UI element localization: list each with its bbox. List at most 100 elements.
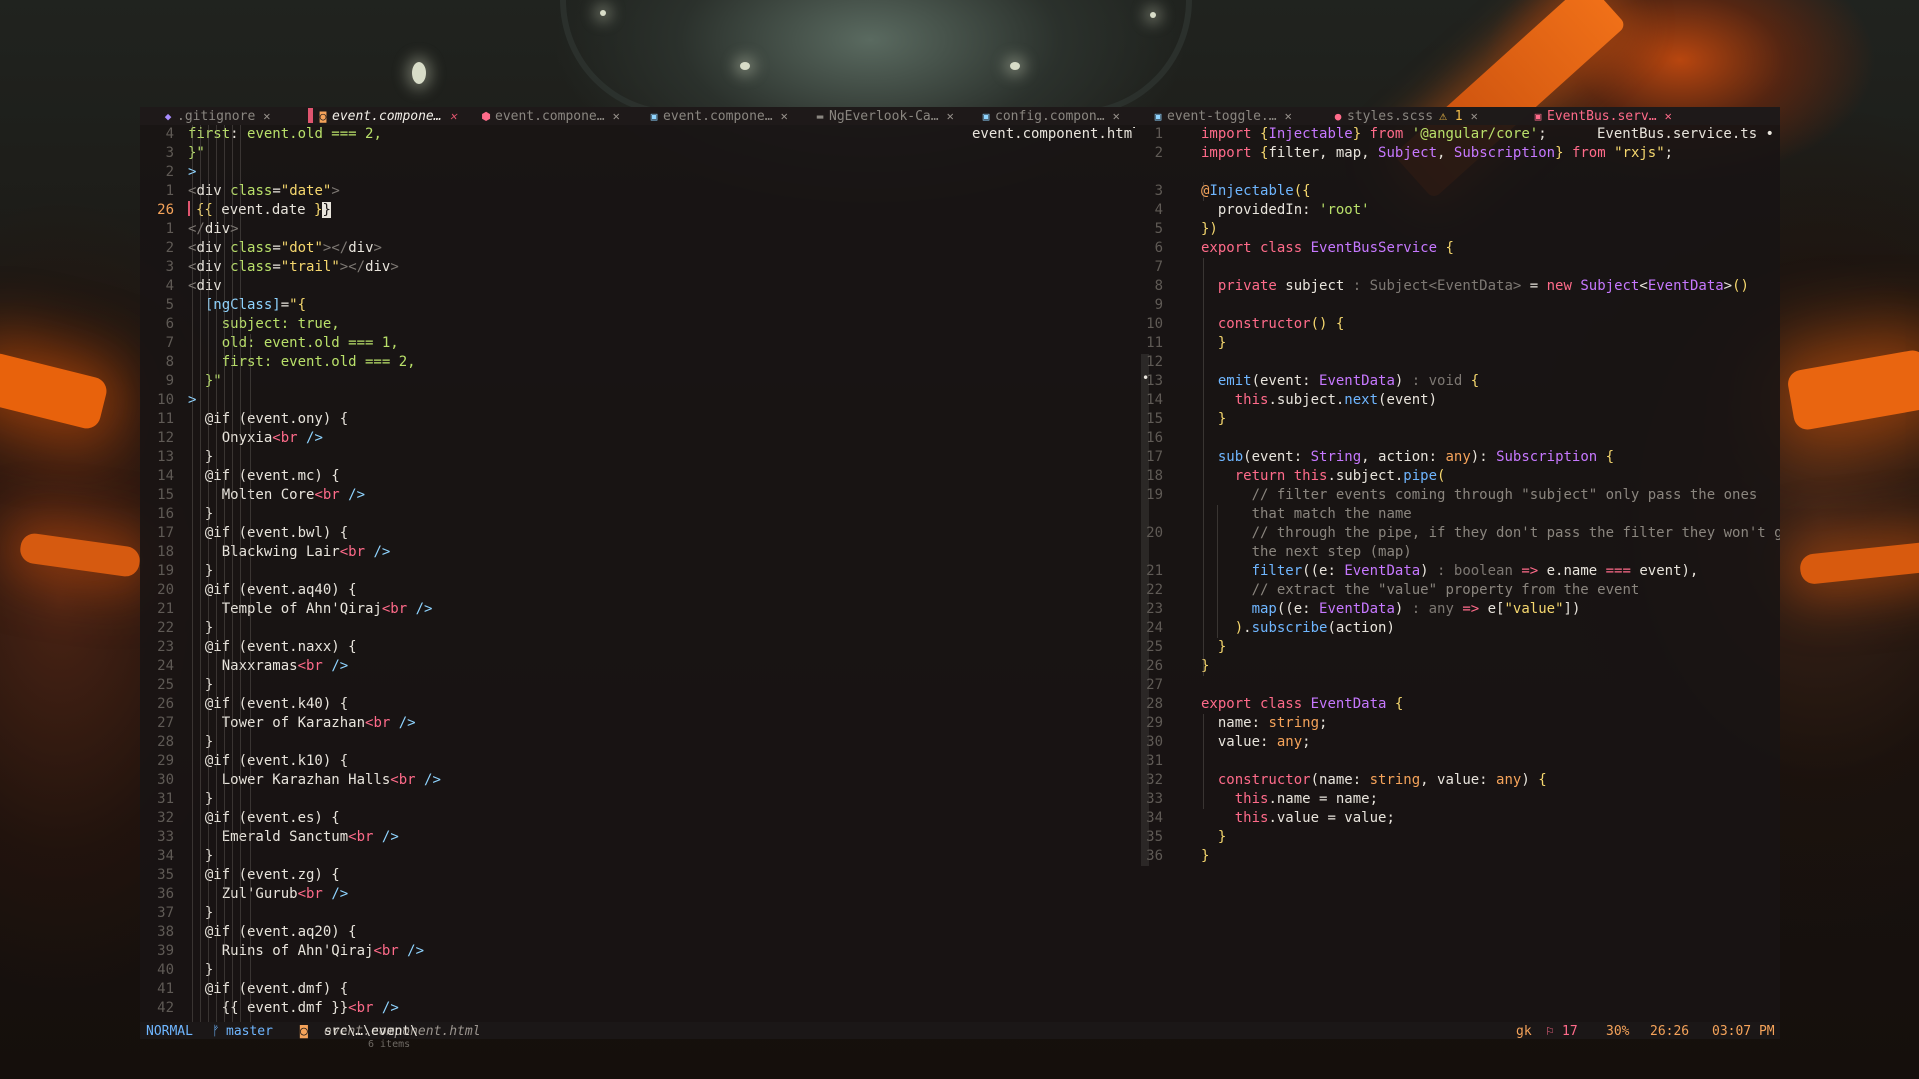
code-line[interactable]: 35 @if (event.zg) { [140,866,1135,885]
git-branch-label[interactable]: master [226,1022,273,1039]
tab-2[interactable]: ◙ event.compone… ✕ [308,107,457,125]
code-line[interactable]: 23 map((e: EventData) : any => e["value"… [1135,600,1780,619]
code-line[interactable]: 6 export class EventBusService { [1135,239,1780,258]
code-line[interactable]: 27 [1135,676,1780,695]
code-line[interactable]: 15 Molten Core<br /> [140,486,1135,505]
code-line[interactable]: 41 @if (event.dmf) { [140,980,1135,999]
code-line[interactable]: 30 value: any; [1135,733,1780,752]
code-line[interactable]: 29 name: string; [1135,714,1780,733]
tab-8[interactable]: ● styles.scss ⚠ 1 ✕ [1332,107,1478,125]
code-line[interactable]: 26 @if (event.k40) { [140,695,1135,714]
code-line[interactable]: 3}" [140,144,1135,163]
code-line[interactable]: 19 } [140,562,1135,581]
code-line[interactable]: 8 first: event.old === 2, [140,353,1135,372]
close-icon[interactable]: ✕ [947,107,954,125]
code-line[interactable]: 23 @if (event.naxx) { [140,638,1135,657]
tab-9[interactable]: ▣ EventBus.serv… ✕ [1532,107,1672,125]
code-line[interactable]: 21 filter((e: EventData) : boolean => e.… [1135,562,1780,581]
code-line[interactable]: 30 Lower Karazhan Halls<br /> [140,771,1135,790]
code-line[interactable]: 39 Ruins of Ahn'Qiraj<br /> [140,942,1135,961]
code-line[interactable]: 4 providedIn: 'root' [1135,201,1780,220]
code-line[interactable]: 8 private subject : Subject<EventData> =… [1135,277,1780,296]
code-line[interactable]: 26} [1135,657,1780,676]
editor-pane-right[interactable]: EventBus.service.ts • 1 import {Injectabl… [1135,125,1780,1022]
code-line[interactable]: 4 <div [140,277,1135,296]
code-line[interactable]: 34 this.value = value; [1135,809,1780,828]
code-line[interactable]: 31 } [140,790,1135,809]
tab-3[interactable]: ⬢ event.compone… ✕ [480,107,620,125]
code-line[interactable]: 7 [1135,258,1780,277]
code-line[interactable]: 12 Onyxia<br /> [140,429,1135,448]
close-icon[interactable]: ✕ [1471,107,1478,125]
code-line[interactable]: 14 this.subject.next(event) [1135,391,1780,410]
code-line[interactable]: 14 @if (event.mc) { [140,467,1135,486]
code-line[interactable]: 36} [1135,847,1780,866]
close-icon[interactable]: ✕ [263,107,270,125]
code-line[interactable] [1135,163,1780,182]
code-line[interactable]: 5}) [1135,220,1780,239]
code-line[interactable]: 6 subject: true, [140,315,1135,334]
code-line[interactable]: 1 <div class="date"> [140,182,1135,201]
close-icon[interactable]: ✕ [781,107,788,125]
code-line[interactable]: 13 } [140,448,1135,467]
code-line[interactable]: 34 } [140,847,1135,866]
code-line[interactable]: 27 Tower of Karazhan<br /> [140,714,1135,733]
code-line[interactable]: 25 } [140,676,1135,695]
code-line[interactable]: 42 {{ event.dmf }}<br /> [140,999,1135,1018]
code-line[interactable]: 21 Temple of Ahn'Qiraj<br /> [140,600,1135,619]
code-line[interactable]: 29 @if (event.k10) { [140,752,1135,771]
code-line[interactable]: 17 @if (event.bwl) { [140,524,1135,543]
code-line[interactable]: 11 @if (event.ony) { [140,410,1135,429]
code-line[interactable]: 32 constructor(name: string, value: any)… [1135,771,1780,790]
code-line[interactable]: the next step (map) [1135,543,1780,562]
code-line[interactable]: 28 export class EventData { [1135,695,1780,714]
code-line[interactable]: 16 } [140,505,1135,524]
code-line[interactable]: 35 } [1135,828,1780,847]
code-line[interactable]: 3 <div class="trail"></div> [140,258,1135,277]
code-line[interactable]: 32 @if (event.es) { [140,809,1135,828]
code-line[interactable]: 33 Emerald Sanctum<br /> [140,828,1135,847]
code-line[interactable]: 38 @if (event.aq20) { [140,923,1135,942]
close-icon[interactable]: ✕ [1665,107,1672,125]
code-line[interactable]: 2 > [140,163,1135,182]
code-line[interactable]: 1 </div> [140,220,1135,239]
code-line[interactable]: 33 this.name = name; [1135,790,1780,809]
code-line[interactable]: 9 [1135,296,1780,315]
code-line[interactable]: 3 @Injectable({ [1135,182,1780,201]
code-line[interactable]: 18 return this.subject.pipe( [1135,467,1780,486]
tab-6[interactable]: ▣ config.compon… ✕ [980,107,1120,125]
code-line[interactable]: 15 } [1135,410,1780,429]
diagnostics-count[interactable]: 17 [1562,1022,1578,1039]
close-icon[interactable]: ✕ [1113,107,1120,125]
tab-7[interactable]: ▣ event-toggle.… ✕ [1152,107,1292,125]
code-line[interactable]: 2 import {filter, map, Subject, Subscript… [1135,144,1780,163]
tab-5[interactable]: ▬ NgEverlook-Ca… ✕ [814,107,954,125]
code-line[interactable]: 22 // extract the "value" property from … [1135,581,1780,600]
close-icon[interactable]: ✕ [613,107,620,125]
code-line[interactable]: 18 Blackwing Lair<br /> [140,543,1135,562]
code-line[interactable]: 16 [1135,429,1780,448]
code-line[interactable]: 10 constructor() { [1135,315,1780,334]
code-line[interactable]: 1 import {Injectable} from '@angular/core… [1135,125,1780,144]
code-line[interactable]: 40 } [140,961,1135,980]
code-line[interactable]: 19 // filter events coming through "subj… [1135,486,1780,505]
code-line[interactable]: 13 emit(event: EventData) : void { [1135,372,1780,391]
code-line[interactable]: 24 Naxxramas<br /> [140,657,1135,676]
code-line[interactable]: 26 {{ event.date }} [140,201,1135,220]
tab-1[interactable]: ◆ .gitignore ✕ [162,107,271,125]
code-line[interactable]: 11 } [1135,334,1780,353]
code-line[interactable]: 24 ).subscribe(action) [1135,619,1780,638]
code-line[interactable]: 25 } [1135,638,1780,657]
file-path[interactable]: src\…\event\ event.component.html [324,1022,481,1039]
code-line[interactable]: 20 // through the pipe, if they don't pa… [1135,524,1780,543]
code-line[interactable]: 28 } [140,733,1135,752]
close-icon[interactable]: ✕ [1285,107,1292,125]
tab-4[interactable]: ▣ event.compone… ✕ [648,107,788,125]
code-line[interactable]: 5 [ngClass]="{ [140,296,1135,315]
code-line[interactable]: 12 [1135,353,1780,372]
code-line[interactable]: that match the name [1135,505,1780,524]
code-line[interactable]: 36 Zul'Gurub<br /> [140,885,1135,904]
close-icon[interactable]: ✕ [450,107,457,125]
code-line[interactable]: 10 > [140,391,1135,410]
editor-pane-left[interactable]: event.component.html 4 first: event.old =… [140,125,1135,1022]
